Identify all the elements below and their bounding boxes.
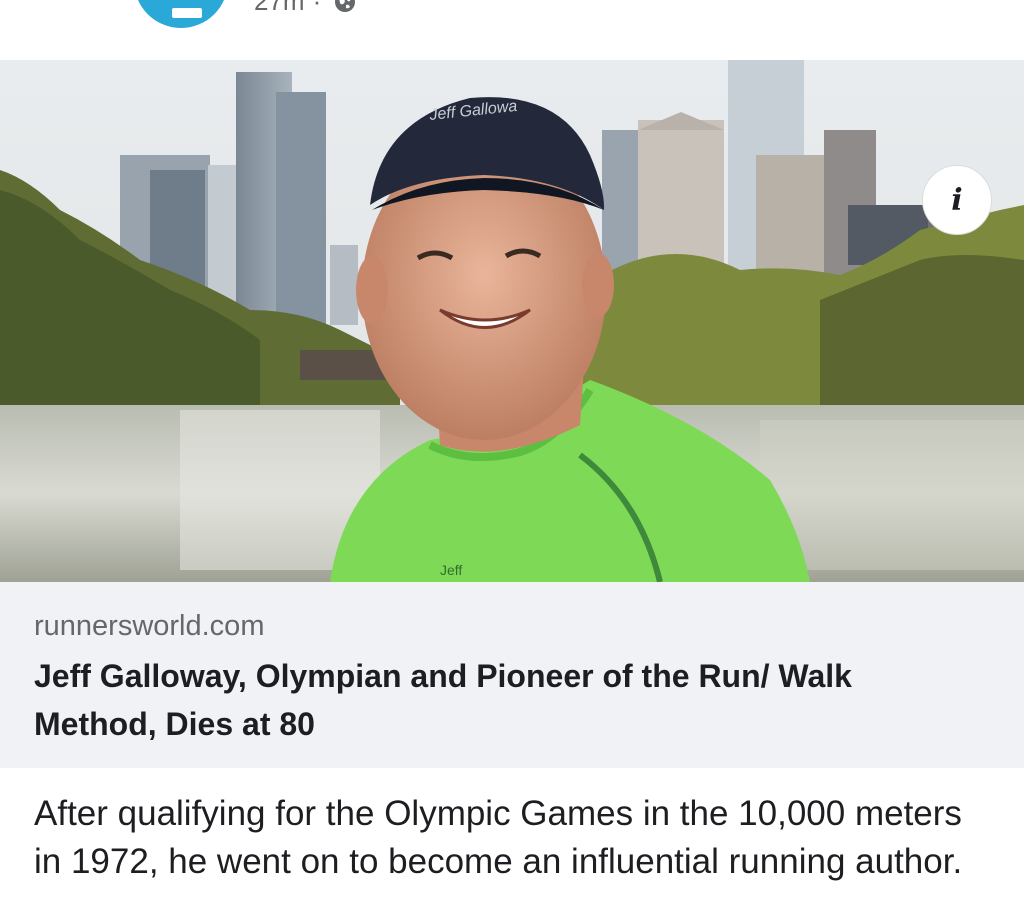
link-caption[interactable]: runnersworld.com Jeff Galloway, Olympian… [0,582,1024,768]
post-header: 27m · [0,0,1024,60]
page-avatar[interactable] [134,0,228,28]
link-preview-image[interactable]: Jeff Gallowa Jeff i [0,60,1024,582]
meta-separator: · [312,0,322,16]
post-text: After qualifying for the Olympic Games i… [34,794,963,881]
link-title[interactable]: Jeff Galloway, Olympian and Pioneer of t… [34,652,934,748]
info-icon: i [951,182,963,218]
post-meta: 27m · [254,0,357,17]
preview-photo: Jeff Gallowa Jeff [0,60,1024,582]
facebook-post: 27m · Jeff Gallowa Jeff i runnersworld.c… [0,0,1024,924]
info-button[interactable]: i [922,165,992,235]
link-domain: runnersworld.com [34,610,265,642]
globe-icon [333,0,357,14]
svg-text:Jeff: Jeff [440,562,462,578]
post-timestamp[interactable]: 27m [254,0,305,17]
avatar-logo-mark [172,8,202,18]
